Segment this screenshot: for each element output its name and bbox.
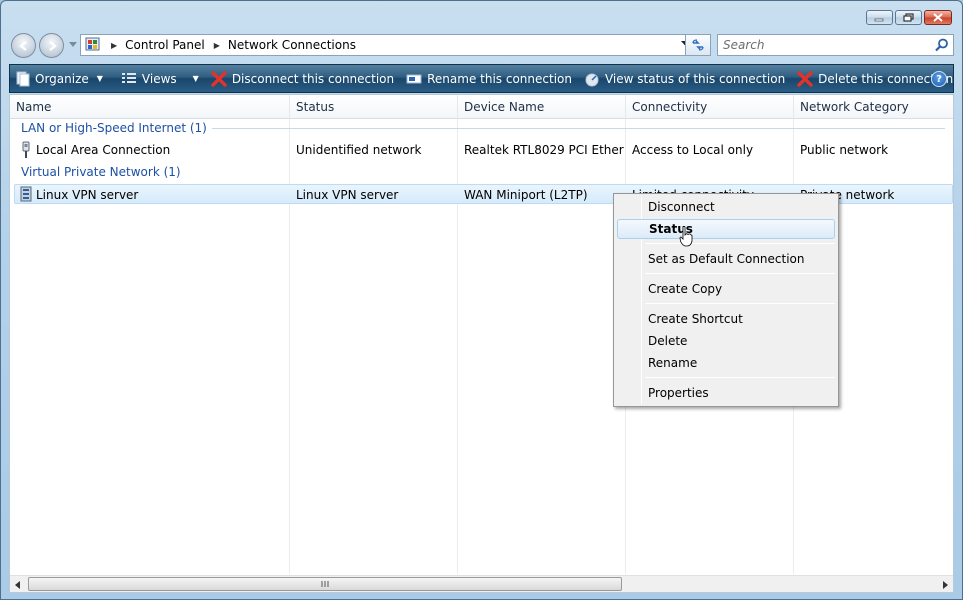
red-x-icon [211, 70, 227, 87]
navigation-bar: ▶ Control Panel ▶ Network Connections [11, 33, 954, 58]
horizontal-scrollbar[interactable] [10, 575, 953, 592]
menu-item-disconnect[interactable]: Disconnect [617, 197, 835, 217]
rename-connection-button[interactable]: Rename this connection [400, 65, 578, 92]
organize-dropdown-icon: ▼ [96, 74, 103, 83]
menu-separator [645, 273, 835, 274]
connection-status: Unidentified network [296, 143, 422, 157]
rename-icon [406, 74, 422, 83]
organize-label: Organize [35, 71, 89, 86]
address-bar[interactable]: ▶ Control Panel ▶ Network Connections [80, 34, 694, 56]
view-status-label: View status of this connection [604, 71, 786, 86]
breadcrumb-network-connections[interactable]: Network Connections [228, 38, 356, 52]
breadcrumb-control-panel[interactable]: Control Panel [125, 38, 205, 52]
menu-item-create-shortcut[interactable]: Create Shortcut [617, 309, 835, 329]
caption-buttons [866, 10, 952, 25]
scrollbar-thumb[interactable] [28, 577, 622, 591]
breadcrumb-separator-icon[interactable]: ▶ [111, 41, 117, 50]
menu-separator [645, 303, 835, 304]
menu-item-set-default[interactable]: Set as Default Connection [617, 249, 835, 269]
command-bar: Organize ▼ Views ▼ Disconnect this conne… [9, 64, 954, 93]
search-input[interactable] [723, 38, 928, 52]
back-button[interactable] [11, 33, 36, 58]
group-header-lan[interactable]: LAN or High-Speed Internet (1) [21, 121, 945, 135]
vpn-connection-icon [20, 186, 32, 202]
close-icon [933, 13, 943, 22]
scroll-right-icon[interactable] [940, 580, 950, 590]
menu-item-properties[interactable]: Properties [617, 383, 835, 403]
minimize-button[interactable] [866, 10, 893, 25]
group-title: LAN or High-Speed Internet (1) [21, 121, 207, 135]
rename-label: Rename this connection [427, 71, 572, 86]
column-header-name[interactable]: Name [10, 95, 290, 119]
forward-button[interactable] [39, 33, 64, 58]
organize-icon [16, 71, 30, 86]
refresh-button[interactable] [685, 34, 711, 56]
status-gauge-icon [585, 73, 599, 86]
restore-icon [902, 12, 914, 22]
grip-icon [321, 581, 329, 587]
connection-device: Realtek RTL8029 PCI Ethern... [464, 143, 624, 157]
view-status-button[interactable]: View status of this connection [578, 65, 791, 92]
views-button[interactable]: Views ▼ [109, 65, 205, 92]
breadcrumb-separator-icon[interactable]: ▶ [214, 41, 220, 50]
group-divider [211, 127, 945, 129]
group-header-vpn[interactable]: Virtual Private Network (1) [21, 165, 945, 179]
organize-button[interactable]: Organize ▼ [10, 65, 109, 92]
more-commands-button[interactable]: » [959, 65, 963, 92]
menu-item-status[interactable]: Status [617, 219, 835, 239]
views-icon [121, 72, 136, 83]
refresh-icon [692, 39, 704, 51]
disconnect-connection-button[interactable]: Disconnect this connection [205, 65, 400, 92]
list-item[interactable]: Local Area Connection Unidentified netwo… [14, 140, 953, 160]
menu-separator [645, 243, 835, 244]
group-title: Virtual Private Network (1) [21, 165, 181, 179]
connection-category: Public network [800, 143, 889, 157]
search-icon[interactable] [935, 38, 949, 52]
column-header-status[interactable]: Status [290, 95, 458, 119]
connection-name: Linux VPN server [36, 188, 139, 202]
views-label: Views [141, 71, 177, 86]
control-panel-icon [85, 37, 100, 51]
scroll-left-icon[interactable] [13, 580, 23, 590]
menu-separator [645, 377, 835, 378]
connection-status: Linux VPN server [296, 188, 399, 202]
network-adapter-icon [22, 141, 30, 158]
minimize-icon [874, 18, 884, 21]
search-box[interactable] [717, 34, 954, 56]
views-dropdown-icon: ▼ [192, 74, 199, 83]
connection-device: WAN Miniport (L2TP) [464, 188, 588, 202]
recent-pages-dropdown-icon[interactable] [69, 42, 77, 48]
menu-item-delete[interactable]: Delete [617, 331, 835, 351]
context-menu: Disconnect Status Set as Default Connect… [613, 193, 839, 407]
red-x-icon [797, 70, 813, 87]
close-button[interactable] [924, 10, 952, 25]
connection-connectivity: Access to Local only [632, 143, 754, 157]
help-button[interactable]: ? [931, 71, 947, 87]
column-header-device-name[interactable]: Device Name [458, 95, 626, 119]
hand-pointer-cursor-icon [679, 226, 693, 247]
column-header-network-category[interactable]: Network Category [794, 95, 953, 119]
disconnect-label: Disconnect this connection [231, 71, 395, 86]
maximize-button[interactable] [895, 10, 922, 25]
column-header-connectivity[interactable]: Connectivity [626, 95, 794, 119]
connection-name: Local Area Connection [36, 143, 171, 157]
back-arrow-icon [18, 40, 27, 51]
explorer-window: ▶ Control Panel ▶ Network Connections Or… [0, 0, 963, 600]
menu-item-create-copy[interactable]: Create Copy [617, 279, 835, 299]
column-header-row: Name Status Device Name Connectivity Net… [10, 95, 953, 119]
menu-item-rename[interactable]: Rename [617, 353, 835, 373]
forward-arrow-icon [48, 40, 57, 51]
